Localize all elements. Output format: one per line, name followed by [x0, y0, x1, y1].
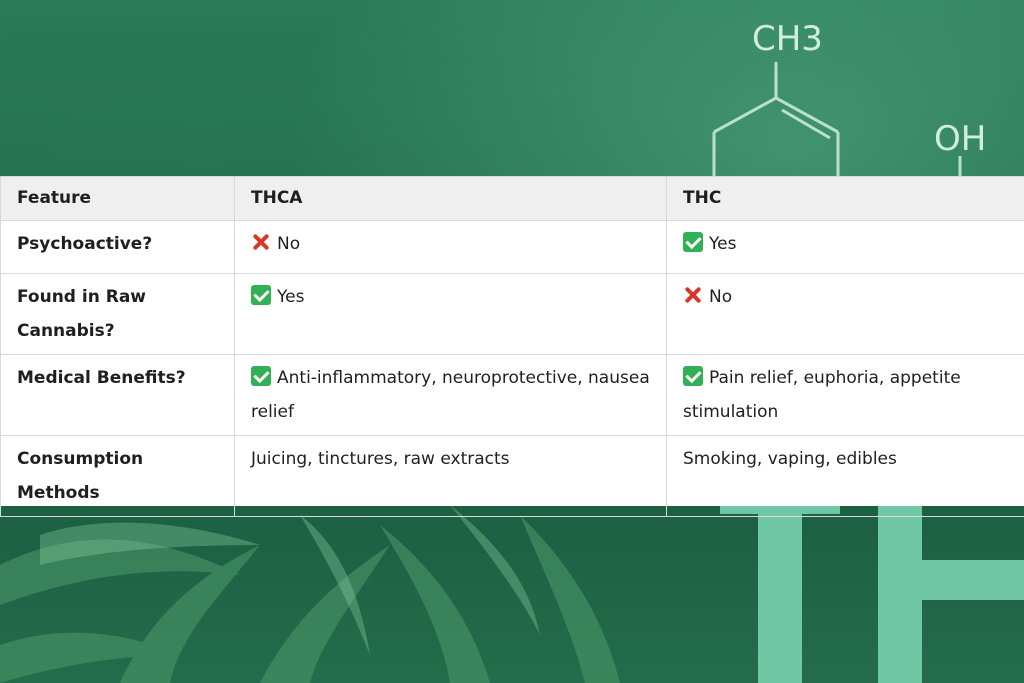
table-row: Consumption Methods Juicing, tinctures, … [0, 435, 1024, 517]
comparison-table: Feature THCA THC Psychoactive? No Yes Fo… [0, 176, 1024, 517]
thc-cell: Yes [666, 220, 1024, 274]
header-thc: THC [666, 176, 1024, 221]
cell-text: Juicing, tinctures, raw extracts [251, 449, 510, 469]
comparison-table-container: Feature THCA THC Psychoactive? No Yes Fo… [0, 176, 1024, 517]
thca-cell: Juicing, tinctures, raw extracts [234, 435, 667, 517]
row-feature: Medical Benefits? [0, 354, 235, 436]
row-feature: Psychoactive? [0, 220, 235, 274]
table-row: Psychoactive? No Yes [0, 220, 1024, 274]
thca-cell: Yes [234, 273, 667, 355]
header-feature: Feature [0, 176, 235, 221]
cell-text: No [709, 287, 733, 307]
thc-cell: No [666, 273, 1024, 355]
cell-text: Smoking, vaping, edibles [683, 449, 897, 469]
cell-text: No [277, 234, 301, 254]
row-feature: Consumption Methods [0, 435, 235, 517]
thca-cell: No [234, 220, 667, 274]
cell-text: Yes [709, 234, 737, 254]
thc-cell: Pain relief, euphoria, appetite stimulat… [666, 354, 1024, 436]
cell-text: Anti-inflammatory, neuroprotective, naus… [251, 368, 650, 422]
cross-icon [251, 232, 271, 252]
table-header-row: Feature THCA THC [0, 176, 1024, 221]
header-thca: THCA [234, 176, 667, 221]
cell-text: Pain relief, euphoria, appetite stimulat… [683, 368, 961, 422]
check-icon [251, 285, 271, 305]
check-icon [683, 366, 703, 386]
row-feature: Found in Raw Cannabis? [0, 273, 235, 355]
cross-icon [683, 285, 703, 305]
table-row: Medical Benefits? Anti-inflammatory, neu… [0, 354, 1024, 436]
thca-cell: Anti-inflammatory, neuroprotective, naus… [234, 354, 667, 436]
cannabis-leaves-graphic [0, 505, 620, 683]
cell-text: Yes [277, 287, 305, 307]
check-icon [683, 232, 703, 252]
check-icon [251, 366, 271, 386]
thc-cell: Smoking, vaping, edibles [666, 435, 1024, 517]
table-row: Found in Raw Cannabis? Yes No [0, 273, 1024, 355]
